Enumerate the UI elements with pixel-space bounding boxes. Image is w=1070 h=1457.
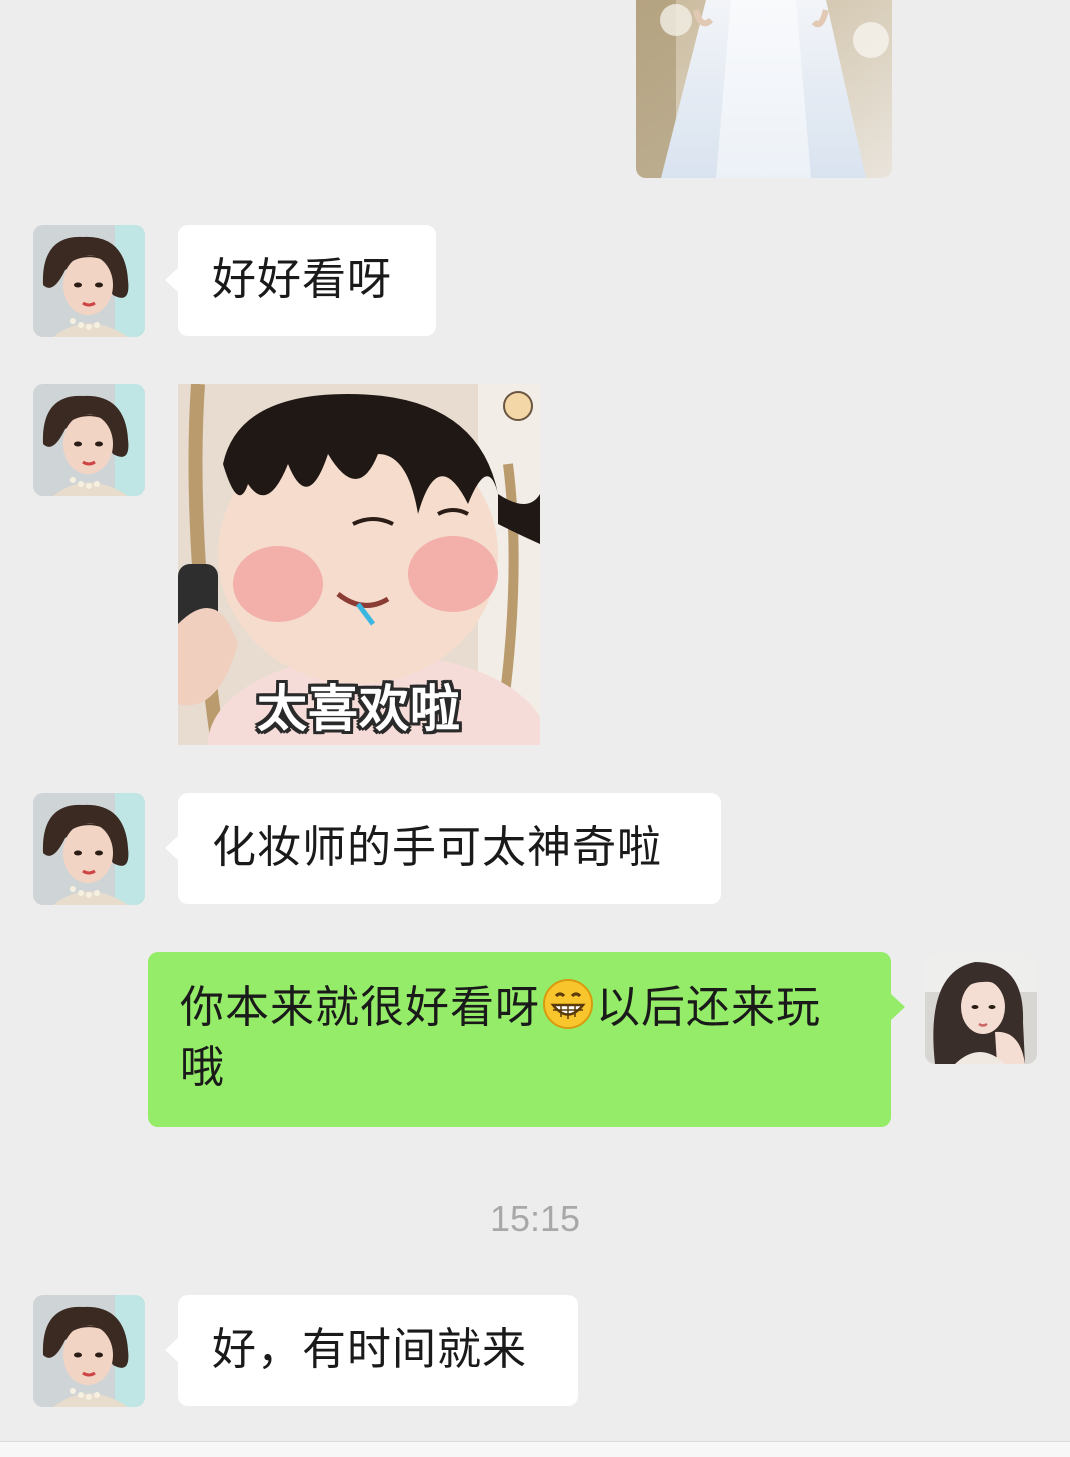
grinning-face-emoji-icon	[542, 978, 594, 1030]
sticker-image[interactable]: 太喜欢啦	[178, 384, 540, 745]
contact-avatar[interactable]	[33, 225, 145, 337]
contact-avatar[interactable]	[33, 793, 145, 905]
message-bubble[interactable]: 好，有时间就来	[165, 1295, 578, 1406]
contact-avatar[interactable]	[33, 384, 145, 496]
message-bubble-outgoing[interactable]: 你本来就很好看呀 以后还来玩哦	[148, 952, 905, 1127]
input-bar-edge	[0, 1441, 1070, 1457]
message-bubble[interactable]: 化妆师的手可太神奇啦	[165, 793, 721, 904]
contact-avatar[interactable]	[33, 1295, 145, 1407]
wedding-dress-photo[interactable]	[636, 0, 892, 178]
message-bubble[interactable]: 好好看呀	[165, 225, 436, 336]
sticker-caption: 太喜欢啦	[257, 680, 461, 738]
my-avatar[interactable]	[925, 952, 1037, 1064]
message-text: 好好看呀	[212, 254, 392, 305]
chat-message-list[interactable]: 好好看呀 太喜欢啦 化妆师的手可太神奇啦 你本来就很好看呀 以后还来玩哦 15:…	[0, 0, 1070, 1457]
message-text: 化妆师的手可太神奇啦	[212, 822, 662, 873]
message-text: 好，有时间就来	[212, 1324, 527, 1375]
message-text: 你本来就很好看呀	[180, 982, 540, 1033]
timestamp: 15:15	[489, 1198, 581, 1239]
